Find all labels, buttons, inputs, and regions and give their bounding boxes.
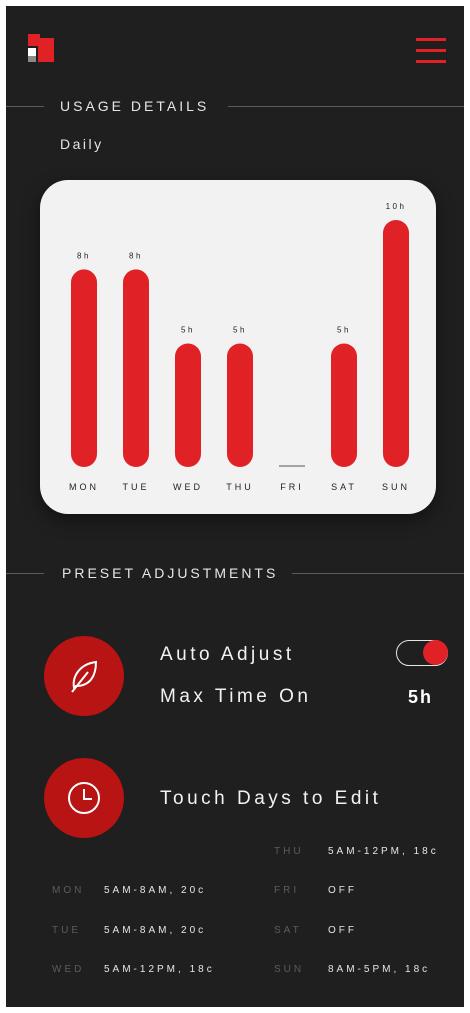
schedule-time: OFF [328,885,357,896]
schedule-time: 5AM-8AM, 20c [104,885,207,896]
usage-chart: 8h MON 8h TUE 5h WED 5h THU FRI 5h SAT 10h SUN [40,180,436,514]
bar-sat[interactable] [331,343,357,468]
bar-wed[interactable] [175,343,201,468]
bar-value-label: 8h [77,251,91,260]
day-tick-label: THU [226,482,254,492]
usage-bar-chart: 8h MON 8h TUE 5h WED 5h THU FRI 5h SAT 10h SUN [69,202,410,492]
day-tick-label: TUE [123,482,150,492]
bar-thu[interactable] [227,343,253,468]
preset-section-title: PRESET ADJUSTMENTS [62,565,279,581]
schedule-day: FRI [274,885,300,896]
schedule-time: 5AM-12PM, 18c [328,846,439,857]
bar-tue[interactable] [123,269,149,467]
schedule-day: WED [52,964,85,975]
period-label[interactable]: Daily [60,136,104,152]
brand-logo-icon[interactable] [28,34,54,62]
schedule-day: TUE [52,925,81,936]
bar-value-label: 5h [181,326,195,335]
bar-mon[interactable] [71,269,97,467]
bar-value-label: 5h [233,326,247,335]
schedule-day: SAT [274,925,302,936]
schedule-day: SUN [274,964,305,975]
max-time-value[interactable]: 5h [408,687,433,708]
clock-icon[interactable] [44,758,124,838]
bar-value-label: 8h [129,251,143,260]
max-time-label: Max Time On [160,686,312,707]
hamburger-menu-icon[interactable] [416,38,448,64]
bar-sun[interactable] [383,220,409,467]
day-tick-label: SUN [382,482,410,492]
auto-adjust-label: Auto Adjust [160,644,295,665]
clock-glyph [68,782,100,814]
divider [6,106,44,107]
schedule-time: 8AM-5PM, 18c [328,964,431,975]
bar-value-label: 5h [337,326,351,335]
schedule-time: OFF [328,925,357,936]
schedule-time: 5AM-8AM, 20c [104,925,207,936]
touch-days-label: Touch Days to Edit [160,788,382,809]
leaf-icon[interactable] [44,636,124,716]
auto-adjust-toggle[interactable] [396,640,448,666]
app-screen: USAGE DETAILS Daily 8h MON 8h TUE 5h WED 5h THU… [6,6,464,1007]
schedule-time: 5AM-12PM, 18c [104,964,215,975]
bar-value-label: 10h [386,202,407,211]
divider [228,106,464,107]
leaf-glyph [71,660,98,693]
divider [6,573,44,574]
usage-section-title: USAGE DETAILS [60,98,210,114]
schedule-day: MON [52,885,85,896]
divider [292,573,464,574]
day-tick-label: WED [173,482,203,492]
day-tick-label: MON [69,482,99,492]
toggle-knob [423,640,448,665]
day-tick-label: FRI [280,482,304,492]
day-tick-label: SAT [331,482,357,492]
schedule-day: THU [274,846,304,857]
